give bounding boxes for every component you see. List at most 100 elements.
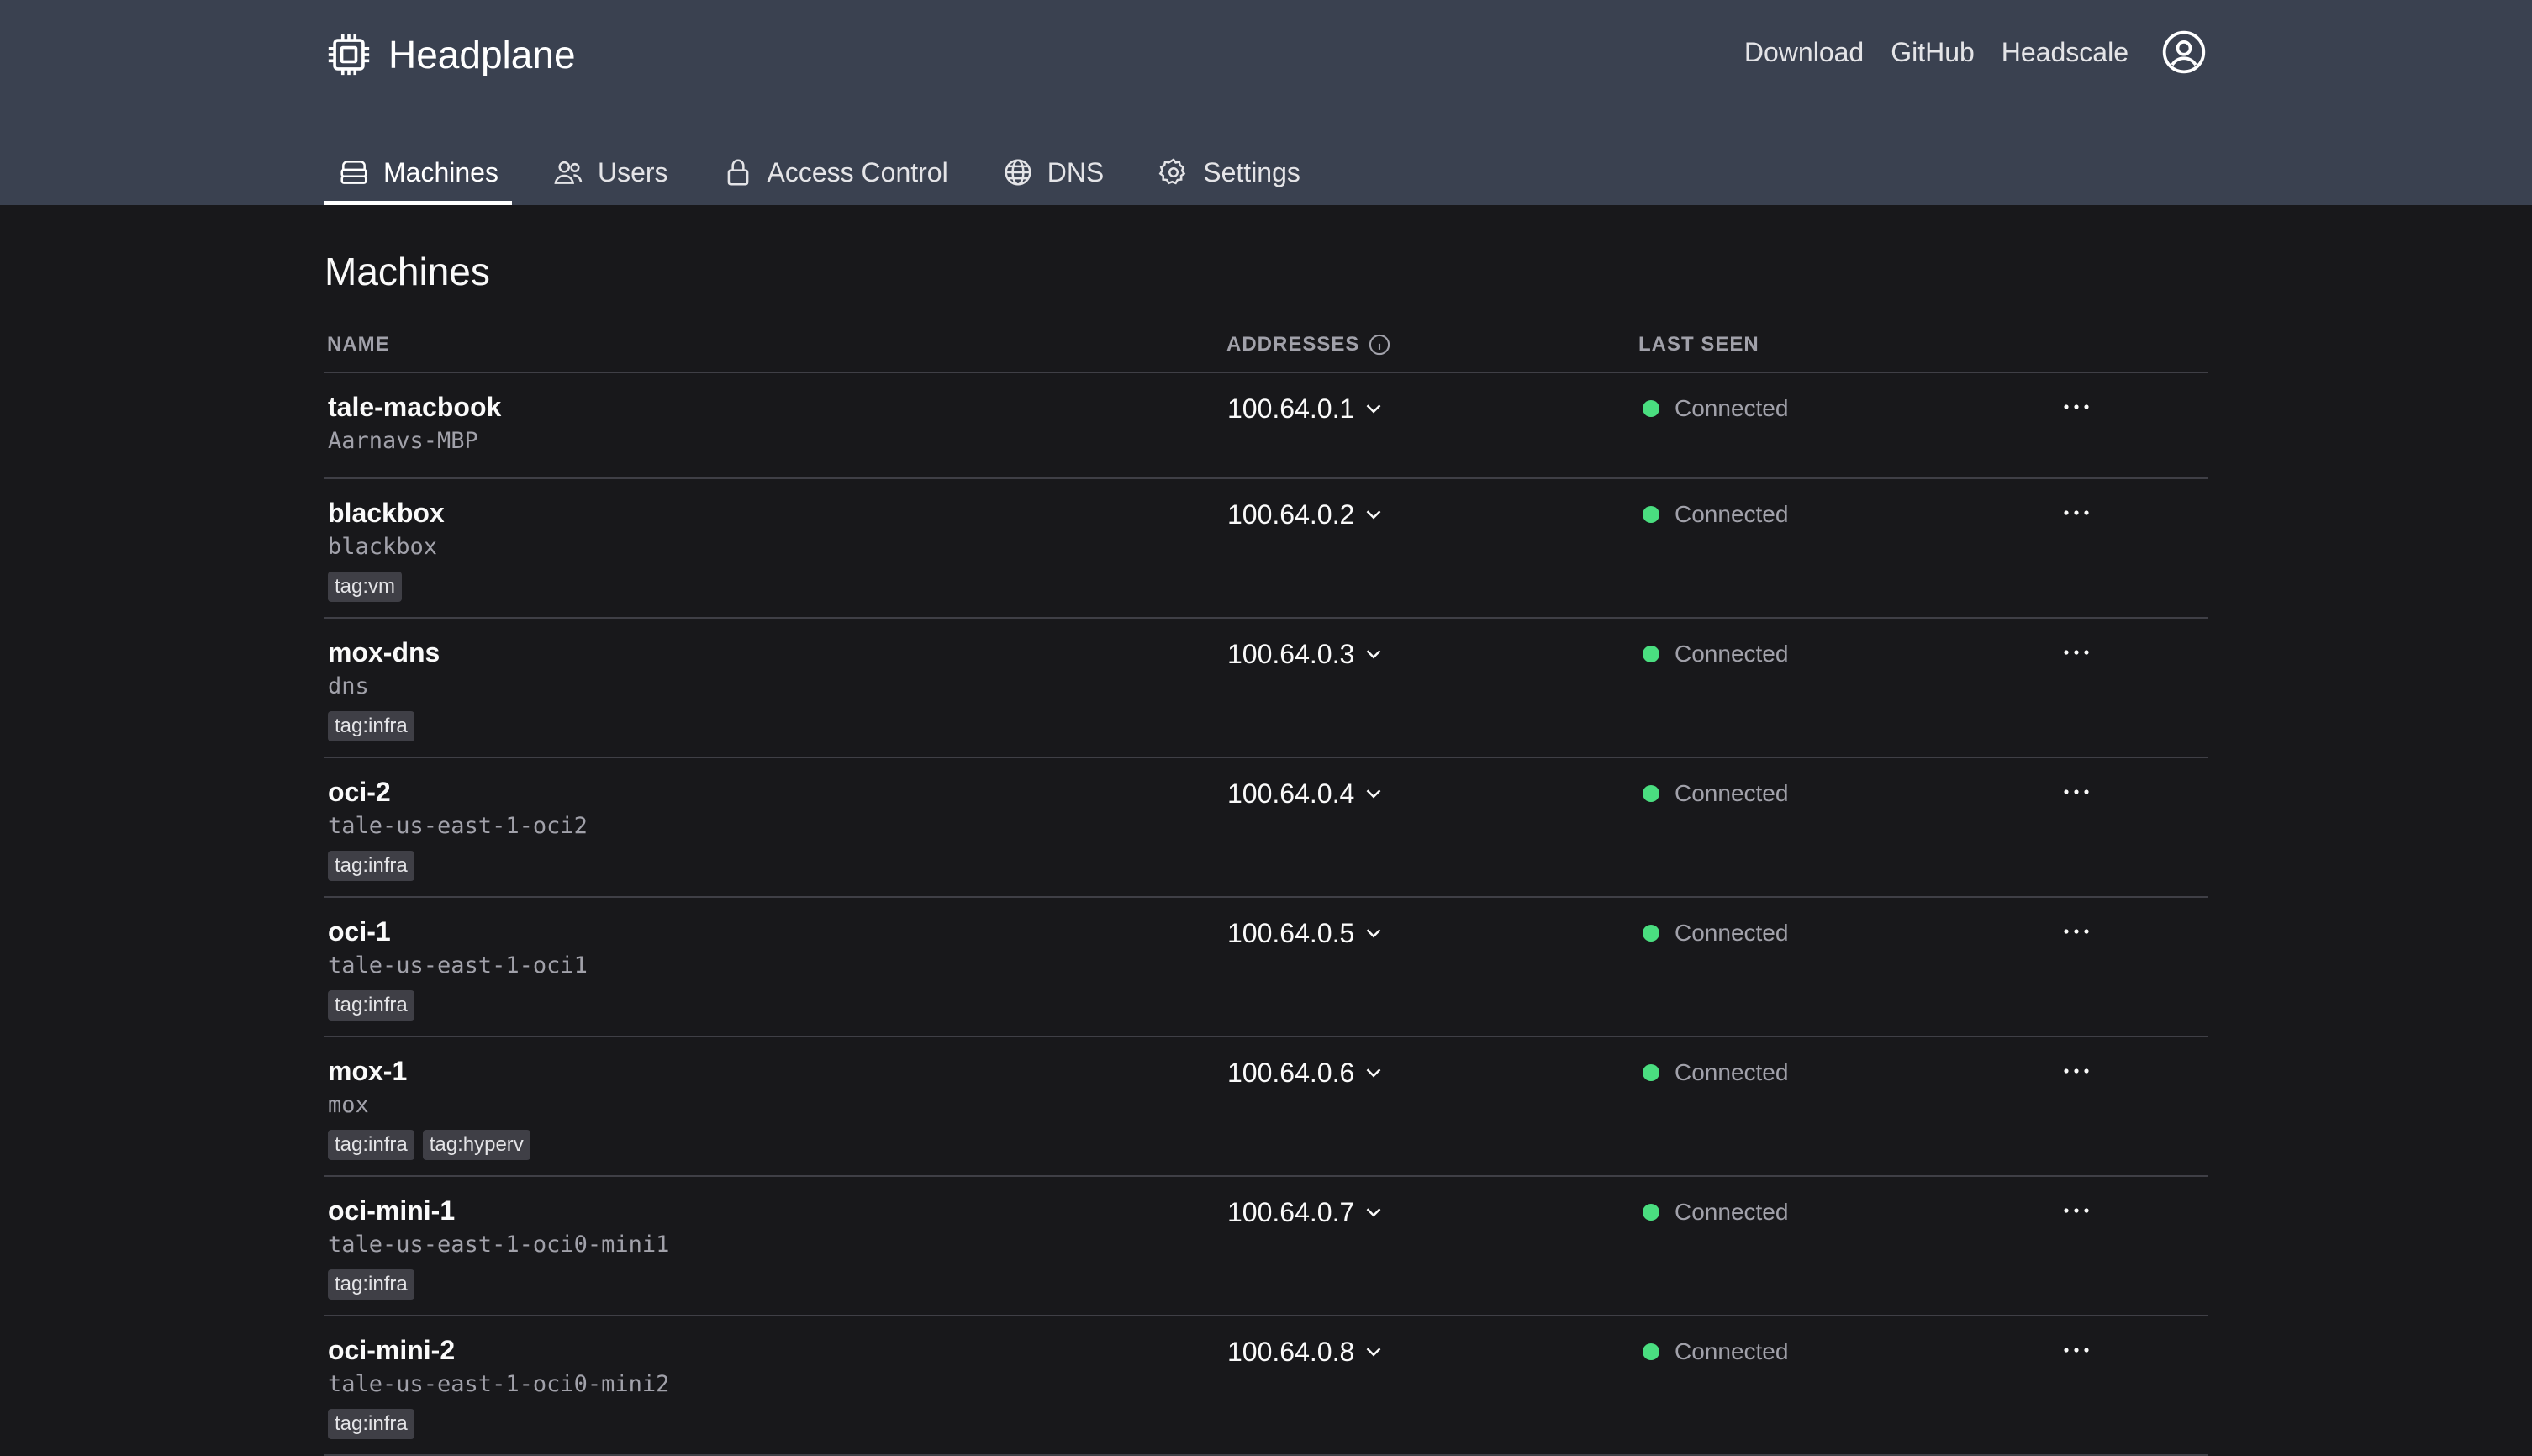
tag-badge: tag:infra	[328, 990, 414, 1021]
machine-name[interactable]: mox-1	[328, 1054, 1227, 1088]
tag-badge: tag:infra	[328, 1130, 414, 1160]
row-options-button[interactable]	[2051, 1054, 2102, 1088]
machine-hostname: dns	[328, 673, 369, 699]
more-horizontal-icon	[2064, 1348, 2089, 1353]
machine-hostname: tale-us-east-1-oci0-mini2	[328, 1371, 670, 1397]
machine-name-cell: oci-2 tale-us-east-1-oci2 tag:infra	[324, 758, 1227, 896]
tag-list: tag:infra	[328, 1269, 1227, 1300]
table-row[interactable]: mox-dns dns tag:infra 100.64.0.3 Connect…	[324, 619, 2208, 758]
chevron-down-icon	[1366, 650, 1381, 659]
machine-name-cell: mox-1 mox tag:infra tag:hyperv	[324, 1037, 1227, 1175]
address-cell: 100.64.0.6	[1227, 1037, 1639, 1175]
tab-machines[interactable]: Machines	[324, 140, 512, 205]
ip-address: 100.64.0.8	[1227, 1337, 1355, 1367]
column-header-last-seen: LAST SEEN	[1638, 333, 1759, 356]
machine-name[interactable]: oci-mini-2	[328, 1333, 1227, 1367]
row-actions-cell	[2051, 479, 2102, 617]
address-dropdown[interactable]: 100.64.0.2	[1227, 498, 1386, 531]
address-dropdown[interactable]: 100.64.0.8	[1227, 1335, 1386, 1369]
status-text: Connected	[1675, 1059, 1789, 1085]
tag-badge: tag:vm	[328, 572, 403, 602]
row-options-button[interactable]	[2051, 390, 2102, 424]
table-row[interactable]: blackbox blackbox tag:vm 100.64.0.2 Conn…	[324, 479, 2208, 619]
table-row[interactable]: oci-mini-2 tale-us-east-1-oci0-mini2 tag…	[324, 1316, 2208, 1456]
table-row[interactable]: oci-2 tale-us-east-1-oci2 tag:infra 100.…	[324, 758, 2208, 898]
tab-dns[interactable]: DNS	[989, 140, 1118, 205]
tag-list: tag:infra	[328, 1409, 1227, 1439]
row-options-button[interactable]	[2051, 636, 2102, 669]
tag-list: tag:infra	[328, 851, 1227, 881]
row-actions-cell	[2051, 1316, 2102, 1454]
last-seen-cell: Connected	[1639, 1177, 2051, 1229]
machine-name-cell: mox-dns dns tag:infra	[324, 619, 1227, 757]
download-link[interactable]: Download	[1744, 37, 1864, 68]
more-horizontal-icon	[2064, 650, 2089, 655]
last-seen-cell: Connected	[1639, 619, 2051, 671]
chevron-down-icon	[1366, 789, 1381, 799]
tag-badge: tag:hyperv	[422, 1130, 530, 1160]
status-text: Connected	[1675, 501, 1789, 527]
tab-users[interactable]: Users	[539, 140, 682, 205]
row-actions-cell	[2051, 373, 2102, 477]
row-options-button[interactable]	[2051, 1194, 2102, 1227]
tag-badge: tag:infra	[328, 1269, 414, 1300]
row-options-button[interactable]	[2051, 496, 2102, 530]
brand[interactable]: Headplane	[324, 30, 576, 79]
chevron-down-icon	[1366, 1208, 1381, 1217]
status-dot-icon	[1643, 1343, 1659, 1360]
tab-label: Machines	[383, 156, 498, 187]
row-options-button[interactable]	[2051, 1333, 2102, 1367]
machine-name[interactable]: oci-mini-1	[328, 1194, 1227, 1227]
github-link[interactable]: GitHub	[1891, 37, 1975, 68]
status-dot-icon	[1643, 1204, 1659, 1221]
info-icon[interactable]	[1368, 333, 1391, 356]
address-dropdown[interactable]: 100.64.0.7	[1227, 1195, 1386, 1229]
ip-address: 100.64.0.6	[1227, 1058, 1355, 1088]
tag-list: tag:infra	[328, 711, 1227, 741]
row-options-button[interactable]	[2051, 915, 2102, 948]
more-horizontal-icon	[2064, 789, 2089, 794]
cpu-chip-icon	[328, 34, 370, 76]
status-dot-icon	[1643, 925, 1659, 942]
more-horizontal-icon	[2064, 1208, 2089, 1213]
ip-address: 100.64.0.3	[1227, 639, 1355, 669]
machine-name[interactable]: mox-dns	[328, 636, 1227, 669]
lock-icon	[727, 159, 748, 186]
address-dropdown[interactable]: 100.64.0.6	[1227, 1056, 1386, 1089]
column-header-name: NAME	[327, 333, 390, 356]
machine-hostname: tale-us-east-1-oci2	[328, 813, 588, 839]
table-row[interactable]: tale-macbook Aarnavs-MBP 100.64.0.1 Conn…	[324, 373, 2208, 479]
address-cell: 100.64.0.2	[1227, 479, 1639, 617]
more-horizontal-icon	[2064, 404, 2089, 409]
machine-name[interactable]: tale-macbook	[328, 390, 1227, 424]
user-account-icon[interactable]	[2160, 29, 2208, 76]
address-dropdown[interactable]: 100.64.0.5	[1227, 916, 1386, 950]
tab-label: Settings	[1203, 156, 1300, 187]
row-actions-cell	[2051, 898, 2102, 1036]
headscale-link[interactable]: Headscale	[2002, 37, 2128, 68]
server-icon	[340, 161, 367, 184]
machine-hostname: blackbox	[328, 534, 438, 560]
tab-settings[interactable]: Settings	[1144, 140, 1314, 205]
address-dropdown[interactable]: 100.64.0.4	[1227, 777, 1386, 810]
machine-hostname: Aarnavs-MBP	[328, 428, 478, 454]
address-cell: 100.64.0.5	[1227, 898, 1639, 1036]
tab-access-control[interactable]: Access Control	[709, 140, 962, 205]
ip-address: 100.64.0.7	[1227, 1197, 1355, 1227]
row-options-button[interactable]	[2051, 775, 2102, 809]
table-row[interactable]: oci-mini-1 tale-us-east-1-oci0-mini1 tag…	[324, 1177, 2208, 1316]
column-header-addresses-label: ADDRESSES	[1226, 333, 1360, 356]
table-row[interactable]: mox-1 mox tag:infra tag:hyperv 100.64.0.6…	[324, 1037, 2208, 1177]
table-row[interactable]: oci-1 tale-us-east-1-oci1 tag:infra 100.…	[324, 898, 2208, 1037]
machine-hostname: tale-us-east-1-oci1	[328, 952, 588, 979]
machine-name-cell: blackbox blackbox tag:vm	[324, 479, 1227, 617]
address-dropdown[interactable]: 100.64.0.1	[1227, 392, 1386, 425]
more-horizontal-icon	[2064, 929, 2089, 934]
last-seen-cell: Connected	[1639, 479, 2051, 531]
machine-name[interactable]: oci-1	[328, 915, 1227, 948]
address-dropdown[interactable]: 100.64.0.3	[1227, 637, 1386, 671]
machine-name[interactable]: oci-2	[328, 775, 1227, 809]
more-horizontal-icon	[2064, 1068, 2089, 1074]
chevron-down-icon	[1366, 1068, 1381, 1078]
machine-name[interactable]: blackbox	[328, 496, 1227, 530]
